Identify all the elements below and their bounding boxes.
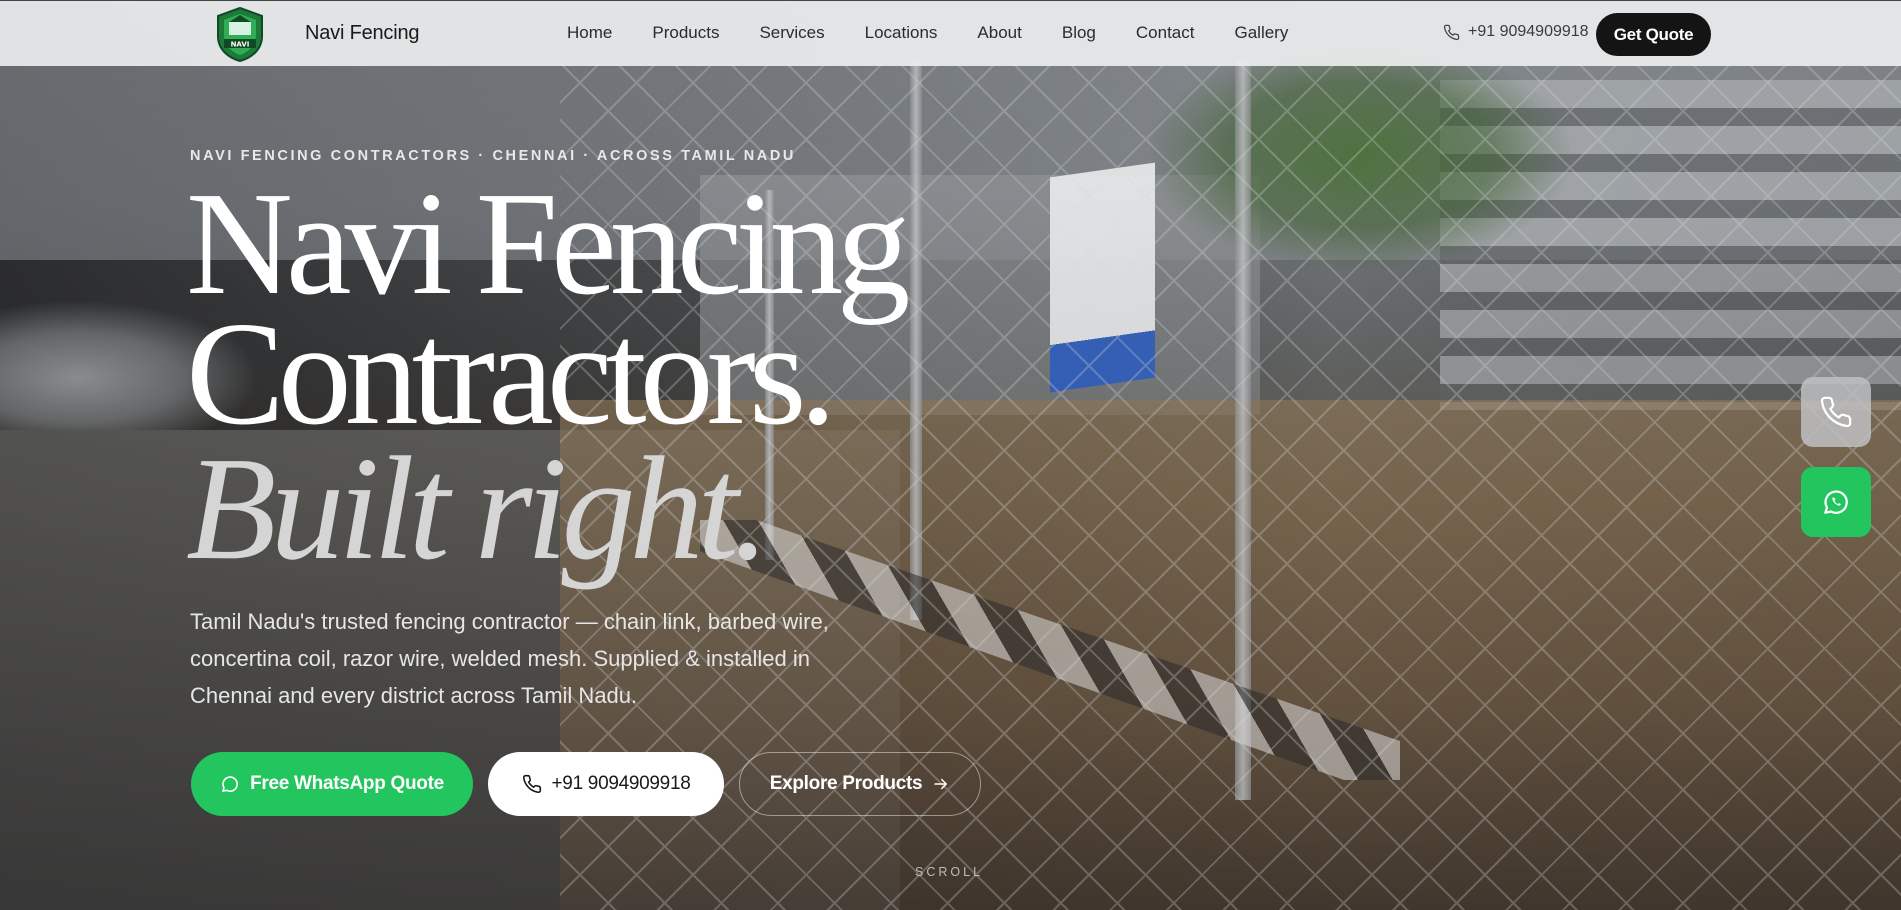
scroll-indicator[interactable]: SCROLL — [915, 865, 983, 879]
hero-headline-line3: Built right. — [186, 427, 770, 591]
nav-item-contact[interactable]: Contact — [1136, 23, 1195, 43]
whatsapp-icon — [1824, 490, 1848, 514]
nav-phone-number: +91 9094909918 — [1468, 23, 1589, 40]
floating-whatsapp-button[interactable] — [1801, 467, 1871, 537]
phone-icon — [1443, 24, 1460, 40]
nav-item-services[interactable]: Services — [759, 23, 824, 43]
brand-logo[interactable]: NAVI — [210, 6, 270, 63]
nav-item-about[interactable]: About — [977, 23, 1021, 43]
hero-lead-text: Tamil Nadu's trusted fencing contractor … — [190, 609, 829, 708]
nav-item-locations[interactable]: Locations — [865, 23, 938, 43]
explore-products-button[interactable]: Explore Products — [739, 752, 981, 816]
phone-icon — [1820, 396, 1852, 428]
main-menu: Home Products Services Locations About B… — [567, 23, 1288, 43]
whatsapp-quote-button[interactable]: Free WhatsApp Quote — [191, 752, 473, 816]
shield-logo-icon: NAVI — [217, 6, 263, 63]
get-quote-button[interactable]: Get Quote — [1596, 13, 1711, 56]
arrow-right-icon — [934, 778, 948, 790]
top-navbar: NAVI Navi Fencing Home Products Services… — [0, 0, 1901, 66]
nav-item-blog[interactable]: Blog — [1062, 23, 1096, 43]
explore-products-label: Explore Products — [769, 773, 923, 794]
whatsapp-quote-label: Free WhatsApp Quote — [250, 773, 444, 794]
hero-headline-line2: Contractors. — [186, 292, 836, 456]
nav-item-gallery[interactable]: Gallery — [1234, 23, 1288, 43]
nav-item-products[interactable]: Products — [652, 23, 719, 43]
nav-phone-link[interactable]: +91 9094909918 — [1443, 23, 1589, 41]
call-phone-label: +91 9094909918 — [551, 773, 691, 794]
brand-name[interactable]: Navi Fencing — [305, 22, 420, 45]
whatsapp-icon — [222, 776, 239, 792]
call-phone-button[interactable]: +91 9094909918 — [488, 752, 724, 816]
svg-text:NAVI: NAVI — [231, 41, 250, 49]
phone-icon — [522, 774, 541, 794]
nav-item-home[interactable]: Home — [567, 23, 612, 43]
floating-call-button[interactable] — [1801, 377, 1871, 447]
